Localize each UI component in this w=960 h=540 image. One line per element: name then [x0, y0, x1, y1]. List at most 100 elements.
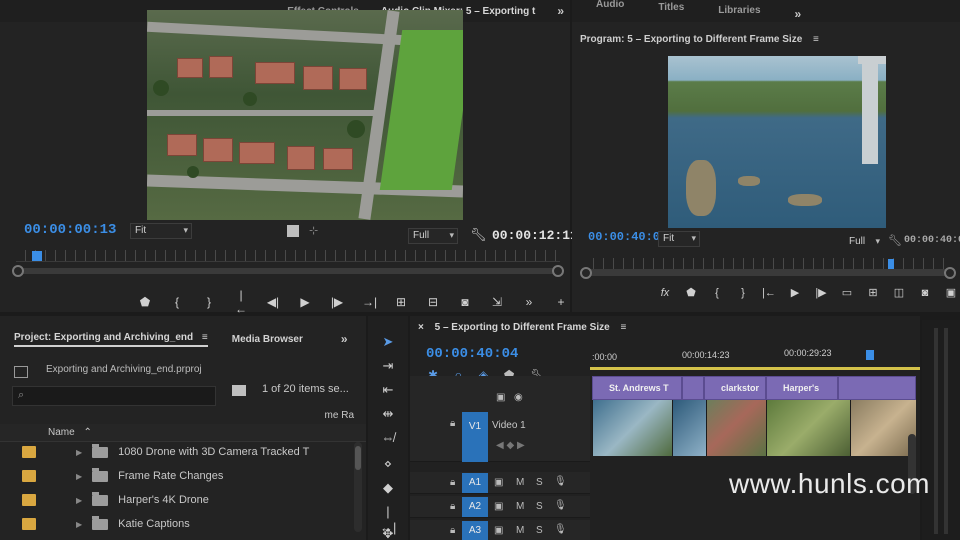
track-lock-icon[interactable]: 🔒︎ — [450, 525, 455, 536]
source-current-timecode[interactable]: 00:00:00:13 — [24, 222, 116, 238]
video-clip[interactable] — [682, 376, 704, 400]
a2-target-button[interactable]: A2 — [462, 497, 488, 517]
solo-button[interactable]: S — [536, 525, 543, 536]
program-compare-icon[interactable]: ◫ — [892, 286, 906, 299]
insert-range-icon[interactable]: ⊹ — [309, 224, 318, 237]
program-lift-icon[interactable]: ▭ — [840, 286, 854, 299]
new-bin-icon[interactable] — [232, 385, 246, 396]
top-right-overflow-icon[interactable]: » — [795, 7, 802, 21]
source-zoom-scrollbar[interactable] — [12, 265, 564, 277]
media-rate-column-header[interactable]: me Ra — [325, 410, 354, 421]
mute-button[interactable]: M — [516, 525, 524, 536]
project-overflow-icon[interactable]: » — [341, 332, 348, 346]
program-mark-in-icon[interactable]: { — [710, 287, 724, 299]
rolling-edit-tool-icon[interactable]: ⇹ — [380, 406, 396, 422]
program-resolution-dropdown[interactable]: Full — [844, 234, 884, 250]
sync-lock-icon[interactable]: ▣ — [494, 501, 503, 512]
play-icon[interactable]: ▶ — [298, 295, 312, 309]
a1-target-button[interactable]: A1 — [462, 473, 488, 493]
program-settings-icon[interactable]: ▣ — [944, 286, 958, 299]
expand-triangle-icon[interactable]: ▶ — [76, 520, 82, 529]
solo-button[interactable]: S — [536, 501, 543, 512]
project-vertical-scrollbar[interactable] — [354, 442, 362, 532]
pen-tool-icon[interactable]: ◆ — [380, 480, 396, 496]
tab-libraries[interactable]: Libraries — [718, 5, 760, 16]
tab-project[interactable]: Project: Exporting and Archiving_end ≡ — [14, 332, 208, 347]
timeline-playhead[interactable] — [866, 350, 874, 360]
video-clip[interactable]: St. Andrews T — [592, 376, 682, 400]
insert-icon[interactable]: ⊞ — [394, 295, 408, 309]
timeline-menu-icon[interactable]: ≡ — [620, 322, 626, 333]
program-extract-icon[interactable]: ⊞ — [866, 286, 880, 299]
program-zoom-dropdown[interactable]: Fit — [658, 231, 700, 247]
timeline-close-icon[interactable]: × — [418, 322, 424, 333]
video-clip[interactable] — [838, 376, 916, 400]
program-go-to-in-icon[interactable]: |← — [762, 287, 776, 299]
settings-icon[interactable]: ⇲ — [490, 295, 504, 309]
tab-titles[interactable]: Titles — [658, 2, 684, 13]
video-clip[interactable]: Harper's — [766, 376, 838, 400]
list-item[interactable]: ▶ Frame Rate Changes — [0, 464, 350, 488]
project-menu-icon[interactable]: ≡ — [202, 332, 208, 343]
list-item[interactable]: ▶ 1080 Drone with 3D Camera Tracked T — [0, 440, 350, 464]
go-to-out-icon[interactable]: →| — [362, 295, 377, 309]
program-play-icon[interactable]: ▶ — [788, 286, 802, 299]
program-mark-out-icon[interactable]: } — [736, 287, 750, 299]
slip-tool-icon[interactable]: |↔| — [380, 504, 396, 535]
mark-in-icon[interactable]: { — [170, 295, 184, 309]
track-lock-icon[interactable]: 🔒︎ — [450, 418, 455, 429]
tab-audio[interactable]: Audio — [596, 0, 624, 10]
timeline-tab[interactable]: × 5 – Exporting to Different Frame Size … — [418, 322, 626, 333]
selection-tool-icon[interactable]: ➤ — [380, 334, 396, 350]
program-export-frame-icon[interactable]: ◙ — [918, 287, 932, 299]
expand-triangle-icon[interactable]: ▶ — [76, 472, 82, 481]
timeline-timecode[interactable]: 00:00:40:04 — [426, 346, 518, 362]
timeline-time-ruler[interactable]: :00:00 00:00:14:23 00:00:29:23 — [590, 348, 920, 370]
razor-tool-icon[interactable]: ⋄ — [380, 456, 396, 472]
source-zoom-dropdown[interactable]: Fit — [130, 223, 192, 239]
button-editor-icon[interactable]: + — [554, 295, 568, 309]
microphone-icon[interactable]: 🎙︎ — [554, 476, 567, 487]
ripple-edit-tool-icon[interactable]: ⇤ — [380, 382, 396, 398]
step-back-icon[interactable]: ◀| — [266, 295, 280, 309]
expand-triangle-icon[interactable]: ▶ — [76, 496, 82, 505]
microphone-icon[interactable]: 🎙︎ — [554, 500, 567, 511]
program-menu-icon[interactable]: ≡ — [813, 34, 819, 45]
a3-target-button[interactable]: A3 — [462, 521, 488, 540]
safe-margins-icon[interactable] — [287, 225, 299, 237]
toggle-track-output-icon[interactable]: ◉ — [514, 392, 523, 403]
program-wrench-icon[interactable]: 🔧︎ — [888, 234, 902, 247]
program-zoom-scrollbar[interactable] — [580, 267, 956, 279]
tabs-overflow-icon[interactable]: » — [557, 4, 564, 18]
source-time-ruler[interactable] — [16, 250, 560, 262]
expand-triangle-icon[interactable]: ▶ — [76, 448, 82, 457]
list-item[interactable]: ▶ Harper's 4K Drone — [0, 488, 350, 512]
v1-target-button[interactable]: V1 — [462, 412, 488, 462]
video-clip[interactable]: clarkstor — [704, 376, 766, 400]
microphone-icon[interactable]: 🎙︎ — [554, 524, 567, 535]
list-item[interactable]: ▶ Katie Captions — [0, 512, 350, 536]
program-add-marker-icon[interactable]: ⬟ — [684, 286, 698, 299]
mute-button[interactable]: M — [516, 477, 524, 488]
program-current-timecode[interactable]: 00:00:40:04 — [588, 230, 667, 244]
track-lock-icon[interactable]: 🔒︎ — [450, 477, 455, 488]
tab-media-browser[interactable]: Media Browser — [232, 334, 303, 345]
track-lock-icon[interactable]: 🔒︎ — [450, 501, 455, 512]
source-playhead[interactable] — [32, 251, 42, 261]
source-resolution-dropdown[interactable]: Full — [408, 228, 458, 244]
toggle-sync-lock-icon[interactable]: ▣ — [496, 392, 505, 403]
more-controls-icon[interactable]: » — [522, 295, 536, 309]
program-step-forward-icon[interactable]: |▶ — [814, 286, 828, 299]
wrench-icon[interactable]: 🔧︎ — [470, 227, 487, 243]
overwrite-icon[interactable]: ⊟ — [426, 295, 440, 309]
project-search-input[interactable]: ⌕ — [12, 386, 216, 406]
go-to-in-icon[interactable]: |← — [234, 288, 248, 316]
sync-lock-icon[interactable]: ▣ — [494, 525, 503, 536]
mute-button[interactable]: M — [516, 501, 524, 512]
work-area-bar[interactable] — [590, 367, 920, 370]
name-column-header[interactable]: Name ⌃ — [48, 427, 92, 438]
sync-lock-icon[interactable]: ▣ — [494, 477, 503, 488]
export-frame-icon[interactable]: ◙ — [458, 295, 472, 309]
fx-icon[interactable]: fx — [658, 287, 672, 299]
track-select-tool-icon[interactable]: ⇥ — [380, 358, 396, 374]
